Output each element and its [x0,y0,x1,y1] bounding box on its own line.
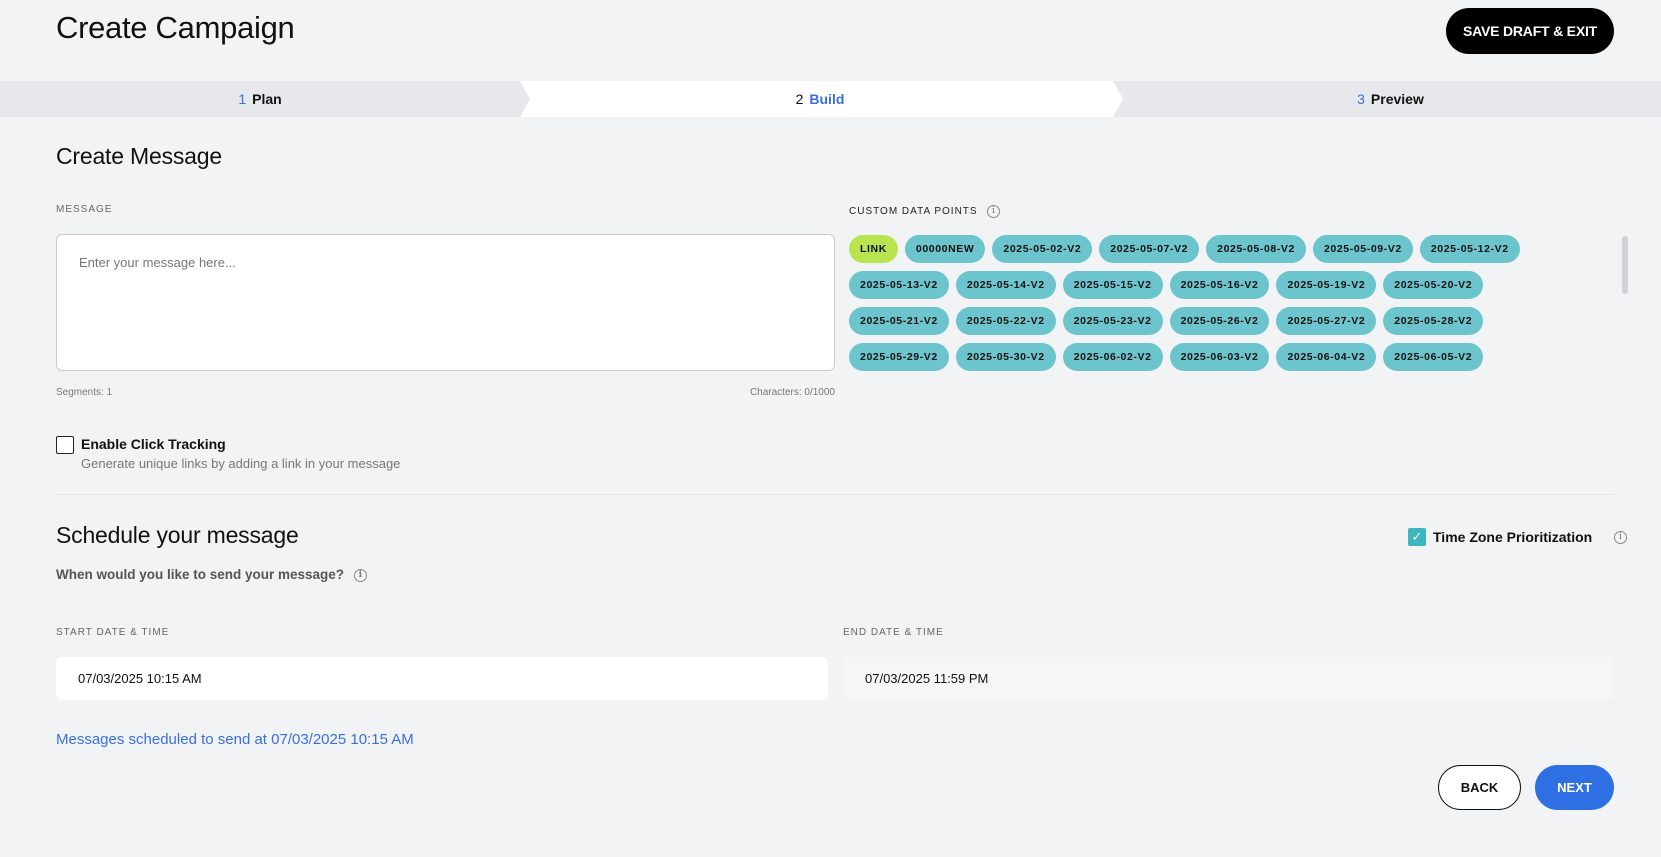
chip-row: 2025-05-21-V2 2025-05-22-V2 2025-05-23-V2 2… [849,307,1629,335]
data-point-chip[interactable]: 2025-05-09-V2 [1312,235,1413,263]
info-icon[interactable]: i [987,205,1001,218]
create-message-title: Create Message [56,143,222,169]
schedule-question-text: When would you like to send your message… [56,567,345,582]
step-preview-label: Preview [1370,91,1424,107]
data-point-chip[interactable]: 2025-05-30-V2 [955,343,1056,371]
data-point-chip[interactable]: 2025-05-23-V2 [1062,307,1163,335]
data-point-chip[interactable]: 2025-05-19-V2 [1276,271,1377,299]
time-zone-info-icon[interactable]: i [1614,531,1627,544]
data-point-chip[interactable]: 2025-05-27-V2 [1276,307,1377,335]
data-point-chip[interactable]: 2025-05-16-V2 [1169,271,1270,299]
chips-scrollbar[interactable] [1622,236,1628,294]
step-build[interactable]: 2 Build [520,81,1120,117]
custom-data-points-list: LINK 00000NEW 2025-05-02-V2 2025-05-07-V2 20… [849,235,1629,379]
data-point-chip[interactable]: 2025-06-03-V2 [1169,343,1270,371]
stepper: 1 Plan 2 Build 3 Preview [0,81,1661,117]
data-point-chip[interactable]: 2025-06-04-V2 [1276,343,1377,371]
schedule-question: When would you like to send your message… [56,567,367,582]
schedule-info-icon[interactable]: i [353,568,367,582]
click-tracking-title: Enable Click Tracking [81,436,226,452]
click-tracking-checkbox[interactable] [56,436,74,454]
step-plan-number: 1 [238,91,247,107]
data-point-chip[interactable]: 2025-05-12-V2 [1419,235,1520,263]
characters-count: Characters: 0/1000 [749,387,835,398]
step-preview[interactable]: 3 Preview [1120,81,1661,117]
step-plan[interactable]: 1 Plan [0,81,520,117]
data-point-chip[interactable]: 00000NEW [904,235,986,263]
end-date-label: END DATE & TIME [843,627,944,638]
custom-data-points-text: CUSTOM DATA POINTS [849,206,978,218]
step-build-number: 2 [795,91,804,107]
click-tracking-subtitle: Generate unique links by adding a link i… [81,456,401,471]
save-draft-exit-button[interactable]: SAVE DRAFT & EXIT [1446,8,1614,54]
custom-data-points-label: CUSTOM DATA POINTS i [849,205,1001,218]
start-date-input[interactable] [56,657,828,700]
schedule-note: Messages scheduled to send at 07/03/2025… [56,731,414,748]
page-title: Create Campaign [56,10,295,45]
message-input[interactable] [56,234,835,371]
schedule-title: Schedule your message [56,522,299,548]
step-preview-number: 3 [1357,91,1365,107]
chip-row: 2025-05-29-V2 2025-05-30-V2 2025-06-02-V2 2… [849,343,1629,371]
chip-row: 2025-05-13-V2 2025-05-14-V2 2025-05-15-V2 2… [849,271,1629,299]
time-zone-label: Time Zone Prioritization [1433,529,1593,545]
data-point-chip[interactable]: 2025-05-13-V2 [849,271,949,299]
next-button[interactable]: NEXT [1535,765,1614,810]
data-point-chip[interactable]: 2025-05-21-V2 [849,307,949,335]
step-plan-label: Plan [252,91,282,107]
back-button[interactable]: BACK [1438,765,1521,810]
data-point-chip[interactable]: 2025-05-07-V2 [1099,235,1200,263]
step-build-label: Build [809,91,845,107]
segments-count: Segments: 1 [56,387,113,398]
data-point-chip[interactable]: 2025-05-02-V2 [992,235,1093,263]
end-date-input[interactable] [843,657,1614,700]
data-point-chip[interactable]: 2025-05-29-V2 [849,343,949,371]
time-zone-checkbox[interactable]: ✓ [1408,528,1426,546]
data-point-chip[interactable]: 2025-06-05-V2 [1383,343,1484,371]
message-label: MESSAGE [56,204,113,215]
data-point-chip[interactable]: 2025-05-15-V2 [1062,271,1163,299]
start-date-label: START DATE & TIME [56,627,170,638]
link-chip[interactable]: LINK [849,235,898,263]
data-point-chip[interactable]: 2025-05-28-V2 [1383,307,1484,335]
data-point-chip[interactable]: 2025-05-22-V2 [955,307,1056,335]
section-divider [56,494,1614,495]
data-point-chip[interactable]: 2025-05-08-V2 [1206,235,1306,263]
data-point-chip[interactable]: 2025-05-14-V2 [955,271,1056,299]
data-point-chip[interactable]: 2025-05-20-V2 [1383,271,1484,299]
chip-row: LINK 00000NEW 2025-05-02-V2 2025-05-07-V2 20… [849,235,1629,263]
data-point-chip[interactable]: 2025-06-02-V2 [1062,343,1163,371]
data-point-chip[interactable]: 2025-05-26-V2 [1169,307,1270,335]
